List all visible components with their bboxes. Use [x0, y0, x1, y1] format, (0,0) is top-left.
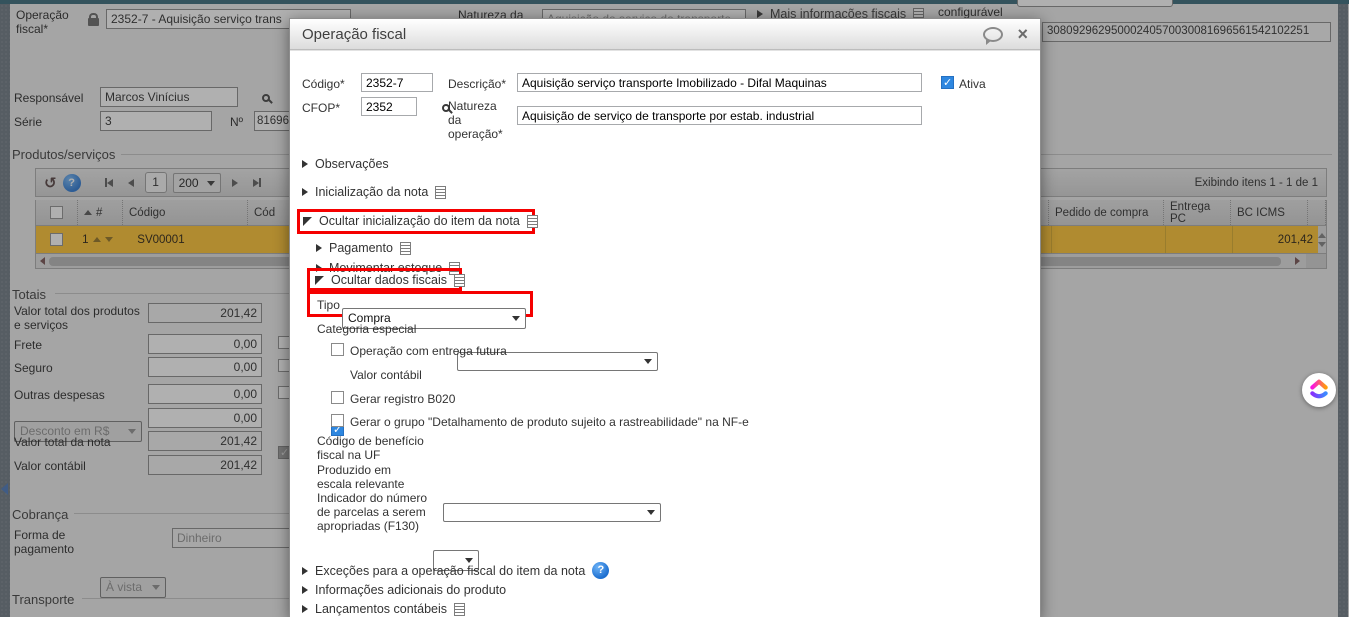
chevron-right-icon	[302, 566, 308, 575]
section-excecoes[interactable]: Exceções para a operação fiscal do item …	[302, 562, 610, 579]
tipo-label: Tipo	[317, 298, 340, 312]
section-lancamentos[interactable]: Lançamentos contábeis	[302, 602, 466, 616]
section-inicializacao-nota[interactable]: Inicialização da nota	[302, 185, 447, 199]
chevron-expanded-icon	[303, 216, 312, 226]
chevron-right-icon	[302, 605, 308, 613]
categoria-especial-label: Categoria especial	[317, 322, 417, 336]
note-icon	[454, 602, 466, 616]
beneficio-uf-select[interactable]	[443, 502, 661, 522]
note-icon	[526, 214, 538, 228]
entrega-futura-checkbox[interactable]	[331, 343, 344, 356]
cfop-input[interactable]: 2352	[361, 97, 417, 116]
codigo-input[interactable]: 2352-7	[361, 73, 433, 92]
section-pagamento[interactable]: Pagamento	[316, 241, 411, 255]
modal-body: Código* 2352-7 Descrição* Aquisição serv…	[290, 50, 1040, 617]
comment-icon[interactable]	[983, 26, 1004, 45]
ativa-label: Ativa	[959, 77, 986, 91]
indicador-f130-label: Indicador do número de parcelas a serem …	[317, 491, 428, 533]
natureza-operacao-input[interactable]: Aquisição de serviço de transporte por e…	[517, 106, 922, 125]
note-icon	[435, 185, 447, 199]
modal-title: Operação fiscal	[302, 25, 407, 43]
descricao-label: Descrição*	[448, 77, 507, 91]
registro-b020-checkbox[interactable]	[331, 391, 344, 404]
section-informacoes-produto[interactable]: Informações adicionais do produto	[302, 583, 506, 597]
app-window: Operação fiscal* 2352-7 - Aquisição serv…	[0, 0, 1349, 617]
rastreabilidade-checkbox[interactable]	[331, 414, 344, 427]
section-ocultar-dados-fiscais[interactable]: Ocultar dados fiscais	[315, 273, 466, 287]
descricao-input[interactable]: Aquisição serviço transporte Imobilizado…	[517, 73, 922, 92]
chevron-right-icon	[302, 188, 308, 196]
note-icon	[399, 241, 411, 255]
modal-titlebar[interactable]: Operação fiscal ×	[290, 19, 1040, 50]
help-icon[interactable]: ?	[592, 562, 610, 579]
chevron-right-icon	[316, 244, 322, 252]
valor-contabil-check-label: Valor contábil	[350, 368, 422, 382]
clickup-logo-icon	[1310, 379, 1328, 399]
rastreabilidade-label: Gerar o grupo "Detalhamento de produto s…	[350, 415, 749, 429]
codigo-label: Código*	[302, 77, 345, 91]
close-icon[interactable]: ×	[1017, 25, 1028, 43]
chevron-right-icon	[302, 586, 308, 594]
clickup-widget-button[interactable]	[1302, 373, 1336, 407]
ativa-checkbox[interactable]	[941, 76, 954, 90]
entrega-futura-label: Operação com entrega futura	[350, 344, 507, 358]
chevron-down-icon	[512, 316, 520, 322]
chevron-down-icon	[644, 359, 652, 365]
escala-relevante-label: Produzido em escala relevante	[317, 463, 405, 491]
operacao-fiscal-modal: Operação fiscal × Código* 2352-7 Descriç…	[289, 18, 1041, 617]
chevron-right-icon	[302, 160, 308, 168]
natureza-operacao-label: Natureza da operação*	[448, 99, 503, 141]
chevron-down-icon	[647, 509, 655, 515]
section-ocultar-item-nota[interactable]: Ocultar inicialização do item da nota	[303, 214, 538, 228]
note-icon	[454, 273, 466, 287]
registro-b020-label: Gerar registro B020	[350, 392, 456, 406]
section-observacoes[interactable]: Observações	[302, 157, 389, 171]
beneficio-uf-label: Código de benefício fiscal na UF	[317, 434, 424, 462]
cfop-label: CFOP*	[302, 101, 341, 115]
chevron-expanded-icon	[315, 275, 324, 285]
